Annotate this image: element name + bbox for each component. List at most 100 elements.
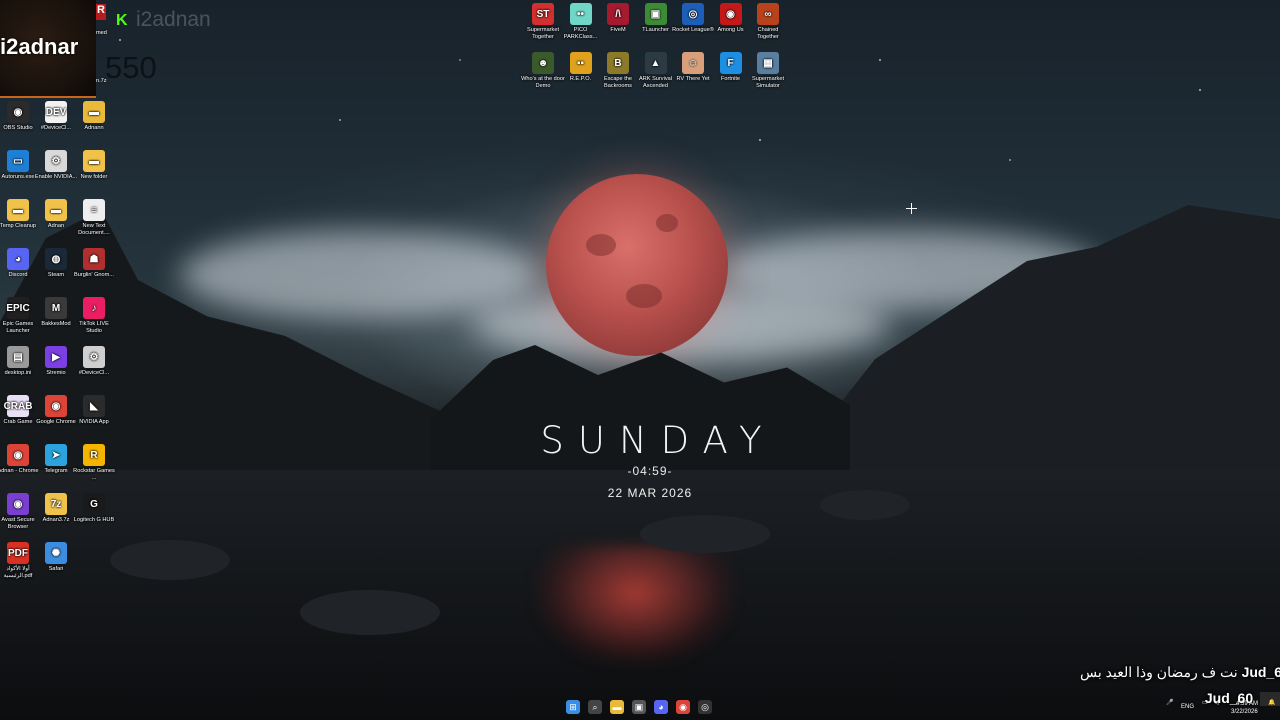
shortcut-label: Adnann (84, 125, 104, 131)
desktop-shortcut[interactable]: ▦ Supermarket Simulator (746, 52, 790, 90)
partial-icon-label-2: n.7z (96, 78, 107, 84)
shortcut-label: Logitech G HUB (73, 517, 115, 523)
supermarket-simulator-icon: ▦ (757, 52, 779, 74)
burglin-gnomes-icon: ☗ (83, 248, 105, 270)
start-icon[interactable]: ⊞ (566, 700, 580, 714)
folder-icon: ▬ (7, 199, 29, 221)
folder-icon: ▬ (83, 101, 105, 123)
chat-username: Jud_60 (1241, 664, 1280, 680)
nvidia-app-icon: ◣ (83, 395, 105, 417)
bakkesmod-icon: M (45, 297, 67, 319)
streamer-name: i2adnar (0, 34, 79, 59)
desktop-shortcut[interactable]: ▬ New folder (72, 150, 116, 181)
desktop-shortcut[interactable]: ◣ NVIDIA App (72, 395, 116, 426)
fivem-icon: /\ (607, 3, 629, 25)
stremio-icon: ▶ (45, 346, 67, 368)
repo-icon: ▪▪ (569, 52, 592, 74)
notification-icon[interactable]: 🔔 (1268, 699, 1275, 706)
rv-there-yet-icon: ☺ (682, 52, 704, 74)
shortcut-label: #DeviceCl... (78, 370, 110, 376)
epic-games-icon: EPIC (6, 297, 30, 319)
discord-taskbar-icon[interactable]: ◕ (654, 700, 668, 714)
among-us-icon: ◉ (719, 3, 742, 25)
desktop-shortcut[interactable]: G Logitech G HUB (72, 493, 116, 524)
settings-file-icon: ⚙ (45, 150, 67, 172)
shortcut-label: NVIDIA App (79, 419, 109, 425)
search-icon[interactable]: ⌕ (588, 700, 602, 714)
folder-icon: ▬ (45, 199, 67, 221)
taskbar-clock-date[interactable]: 3/22/2026 (1231, 709, 1258, 715)
desktop-shortcut[interactable]: ♪ TikTok LIVE Studio (72, 297, 116, 335)
shortcut-label: Safari (48, 566, 64, 572)
ghost-name: i2adnan (136, 8, 211, 31)
tiktok-live-icon: ♪ (83, 297, 105, 319)
archive-icon: 7z (45, 493, 67, 515)
taskbar-clock-time[interactable]: 4:59 AM (1236, 701, 1258, 707)
rock (110, 540, 230, 580)
avast-browser-icon: ◉ (7, 493, 29, 515)
fortnite-icon: F (719, 52, 742, 74)
whos-at-the-door-icon: ☻ (532, 52, 554, 74)
shortcut-label: Rockstar Games ... (73, 468, 115, 481)
clock-time: -04:59- (627, 464, 673, 478)
escape-backrooms-icon: B (607, 52, 629, 74)
folder-icon: ▬ (83, 150, 105, 172)
shortcut-label: Supermarket Simulator (751, 76, 785, 89)
supermarket-together-icon: ST (532, 3, 554, 25)
pdf-icon: PDF (7, 542, 29, 564)
discord-icon: ◕ (7, 248, 29, 270)
clock-day: SUNDAY (540, 419, 776, 462)
desktop-wallpaper (0, 0, 1280, 720)
obs-studio-icon: ◉ (7, 101, 29, 123)
desktop-shortcut[interactable]: ∞ Chained Together (746, 3, 790, 41)
file-explorer-icon[interactable]: ▬ (610, 700, 624, 714)
chat-text: نت ف رمضان وذا العيد بس (1080, 664, 1238, 680)
clock-date: 22 MAR 2026 (607, 486, 693, 500)
device-cleanup-icon: DEV (45, 101, 67, 123)
tray-network-icon[interactable]: ▭ (1202, 699, 1208, 706)
safari-icon: ✺ (45, 542, 67, 564)
chrome-taskbar-icon[interactable]: ◉ (676, 700, 690, 714)
crab-game-icon: CRAB (4, 395, 32, 417)
desktop-shortcut[interactable]: ✺ Safari (34, 542, 78, 573)
shortcut-label: New Text Document.... (78, 223, 110, 236)
shortcut-label: Burglin' Gnom... (74, 272, 114, 278)
telegram-icon: ➤ (45, 444, 67, 466)
rock (300, 590, 440, 635)
moon (546, 174, 728, 356)
shortcut-label: TikTok LIVE Studio (79, 321, 109, 334)
crosshair-cursor (906, 203, 917, 214)
desktop-shortcut[interactable]: ≡ New Text Document.... (72, 199, 116, 237)
shortcut-label: Chained Together (757, 27, 779, 40)
shortcut-label: New folder (80, 174, 108, 180)
desktop-shortcut[interactable]: ☗ Burglin' Gnom... (72, 248, 116, 279)
rocket-league-icon: ◎ (682, 3, 704, 25)
chained-together-icon: ∞ (757, 3, 779, 25)
pico-park-icon: •• (569, 3, 592, 25)
store-icon[interactable]: ▣ (632, 700, 646, 714)
steam-icon: ◍ (45, 248, 67, 270)
language-indicator[interactable]: ENG (1181, 704, 1194, 710)
ark-icon: ▲ (644, 52, 667, 74)
kick-icon: K (116, 12, 128, 29)
cloud (180, 230, 540, 320)
autoruns-icon: ▭ (7, 150, 29, 172)
chrome-icon: ◉ (45, 395, 67, 417)
logitech-ghub-icon: G (83, 493, 105, 515)
rock (820, 490, 910, 520)
device-cleanup-shortcut-icon: ⚙ (83, 346, 105, 368)
rock (640, 515, 770, 553)
ghost-count: 550 (105, 50, 157, 85)
ini-file-icon: ▤ (7, 346, 29, 368)
desktop-shortcut[interactable]: ⚙ #DeviceCl... (72, 346, 116, 377)
partial-icon-r[interactable]: R (96, 4, 106, 20)
obs-taskbar-icon[interactable]: ◎ (698, 700, 712, 714)
chrome-profile-icon: ◉ (7, 444, 29, 466)
tray-mic-icon[interactable]: 🎤 (1166, 699, 1173, 706)
desktop-shortcut[interactable]: ▬ Adnann (72, 101, 116, 132)
tray-volume-icon[interactable]: ◁ (1214, 699, 1219, 706)
text-document-icon: ≡ (83, 199, 105, 221)
desktop-shortcut[interactable]: R Rockstar Games ... (72, 444, 116, 482)
rockstar-games-icon: R (83, 444, 105, 466)
partial-icon-label: med (96, 30, 107, 36)
